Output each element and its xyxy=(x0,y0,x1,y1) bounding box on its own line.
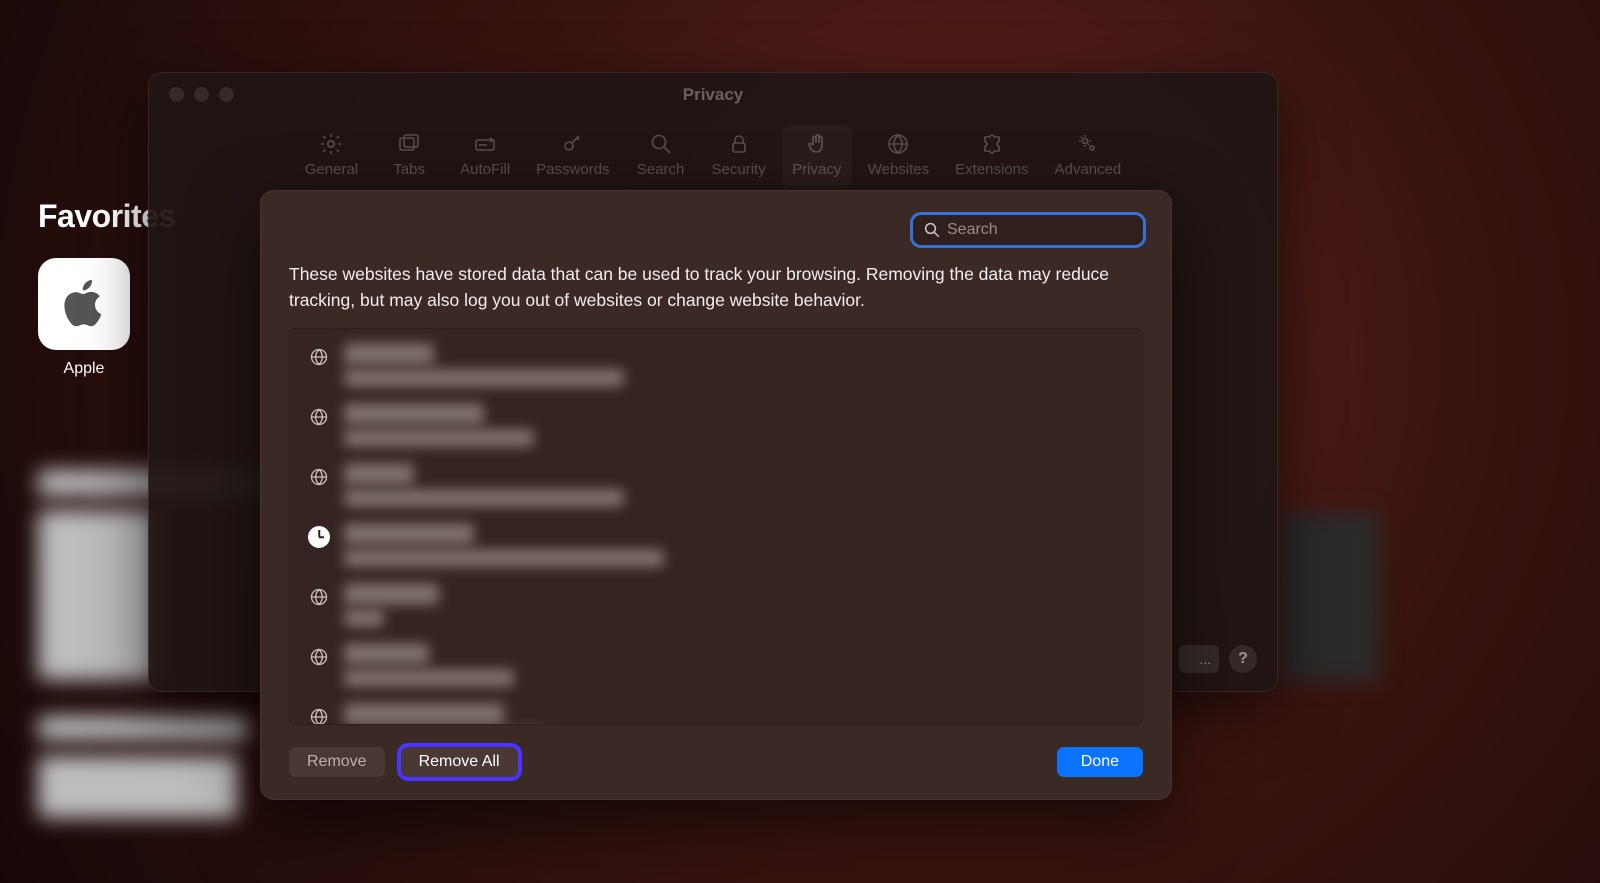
tab-general[interactable]: General xyxy=(295,125,368,186)
list-item[interactable] xyxy=(290,635,1142,695)
list-item-text xyxy=(344,523,664,567)
clock-icon xyxy=(308,526,330,548)
search-icon xyxy=(923,221,941,239)
tab-extensions[interactable]: Extensions xyxy=(945,125,1038,186)
search-input[interactable] xyxy=(913,215,1143,245)
window-title: Privacy xyxy=(149,85,1277,105)
tab-tabs[interactable]: Tabs xyxy=(374,125,444,186)
list-item[interactable] xyxy=(290,335,1142,395)
list-item[interactable] xyxy=(290,395,1142,455)
tabs-icon xyxy=(396,131,422,157)
tab-passwords[interactable]: Passwords xyxy=(526,125,619,186)
globe-icon xyxy=(308,406,330,428)
list-item[interactable] xyxy=(290,575,1142,635)
tab-label: Advanced xyxy=(1055,161,1122,178)
sheet-button-row: Remove Remove All Done xyxy=(289,747,1143,777)
favorite-label-apple: Apple xyxy=(38,360,130,378)
globe-icon xyxy=(308,466,330,488)
lock-icon xyxy=(726,131,752,157)
favorite-tile-apple[interactable] xyxy=(38,258,130,350)
tab-label: Websites xyxy=(868,161,929,178)
tab-search[interactable]: Search xyxy=(626,125,696,186)
apple-logo-icon xyxy=(56,274,112,335)
tab-label: Extensions xyxy=(955,161,1028,178)
tab-label: General xyxy=(305,161,358,178)
list-item[interactable] xyxy=(290,455,1142,515)
website-data-list[interactable] xyxy=(289,328,1143,726)
list-item-text xyxy=(344,583,439,627)
sheet-description: These websites have stored data that can… xyxy=(289,261,1143,314)
globe-icon xyxy=(308,646,330,668)
globe-icon xyxy=(308,346,330,368)
list-item-text xyxy=(344,703,544,726)
list-item[interactable] xyxy=(290,515,1142,575)
autofill-icon xyxy=(472,131,498,157)
preferences-toolbar: General Tabs AutoFill Passwords Search Securi… xyxy=(149,125,1277,186)
tab-label: Privacy xyxy=(792,161,841,178)
website-data-sheet: These websites have stored data that can… xyxy=(260,190,1172,800)
globe-icon xyxy=(885,131,911,157)
search-field-wrap xyxy=(913,215,1143,245)
gear-icon xyxy=(318,131,344,157)
remove-all-button[interactable]: Remove All xyxy=(401,747,518,777)
tab-label: Search xyxy=(637,161,685,178)
globe-icon xyxy=(308,586,330,608)
done-button[interactable]: Done xyxy=(1057,747,1143,777)
list-item-text xyxy=(344,643,514,687)
tab-label: Tabs xyxy=(393,161,425,178)
search-icon xyxy=(648,131,674,157)
details-button[interactable]: ... xyxy=(1179,645,1219,673)
help-button[interactable]: ? xyxy=(1229,645,1257,673)
remove-button[interactable]: Remove xyxy=(289,747,385,777)
tab-security[interactable]: Security xyxy=(702,125,776,186)
tab-label: AutoFill xyxy=(460,161,510,178)
tab-label: Security xyxy=(712,161,766,178)
puzzle-icon xyxy=(979,131,1005,157)
tab-websites[interactable]: Websites xyxy=(858,125,939,186)
globe-icon xyxy=(308,706,330,726)
key-icon xyxy=(560,131,586,157)
list-item[interactable] xyxy=(290,695,1142,726)
tab-advanced[interactable]: Advanced xyxy=(1045,125,1132,186)
tab-label: Passwords xyxy=(536,161,609,178)
tab-privacy[interactable]: Privacy xyxy=(782,125,852,186)
hand-icon xyxy=(804,131,830,157)
list-item-text xyxy=(344,463,624,507)
gears-icon xyxy=(1075,131,1101,157)
tab-autofill[interactable]: AutoFill xyxy=(450,125,520,186)
list-item-text xyxy=(344,343,624,387)
list-item-text xyxy=(344,403,534,447)
